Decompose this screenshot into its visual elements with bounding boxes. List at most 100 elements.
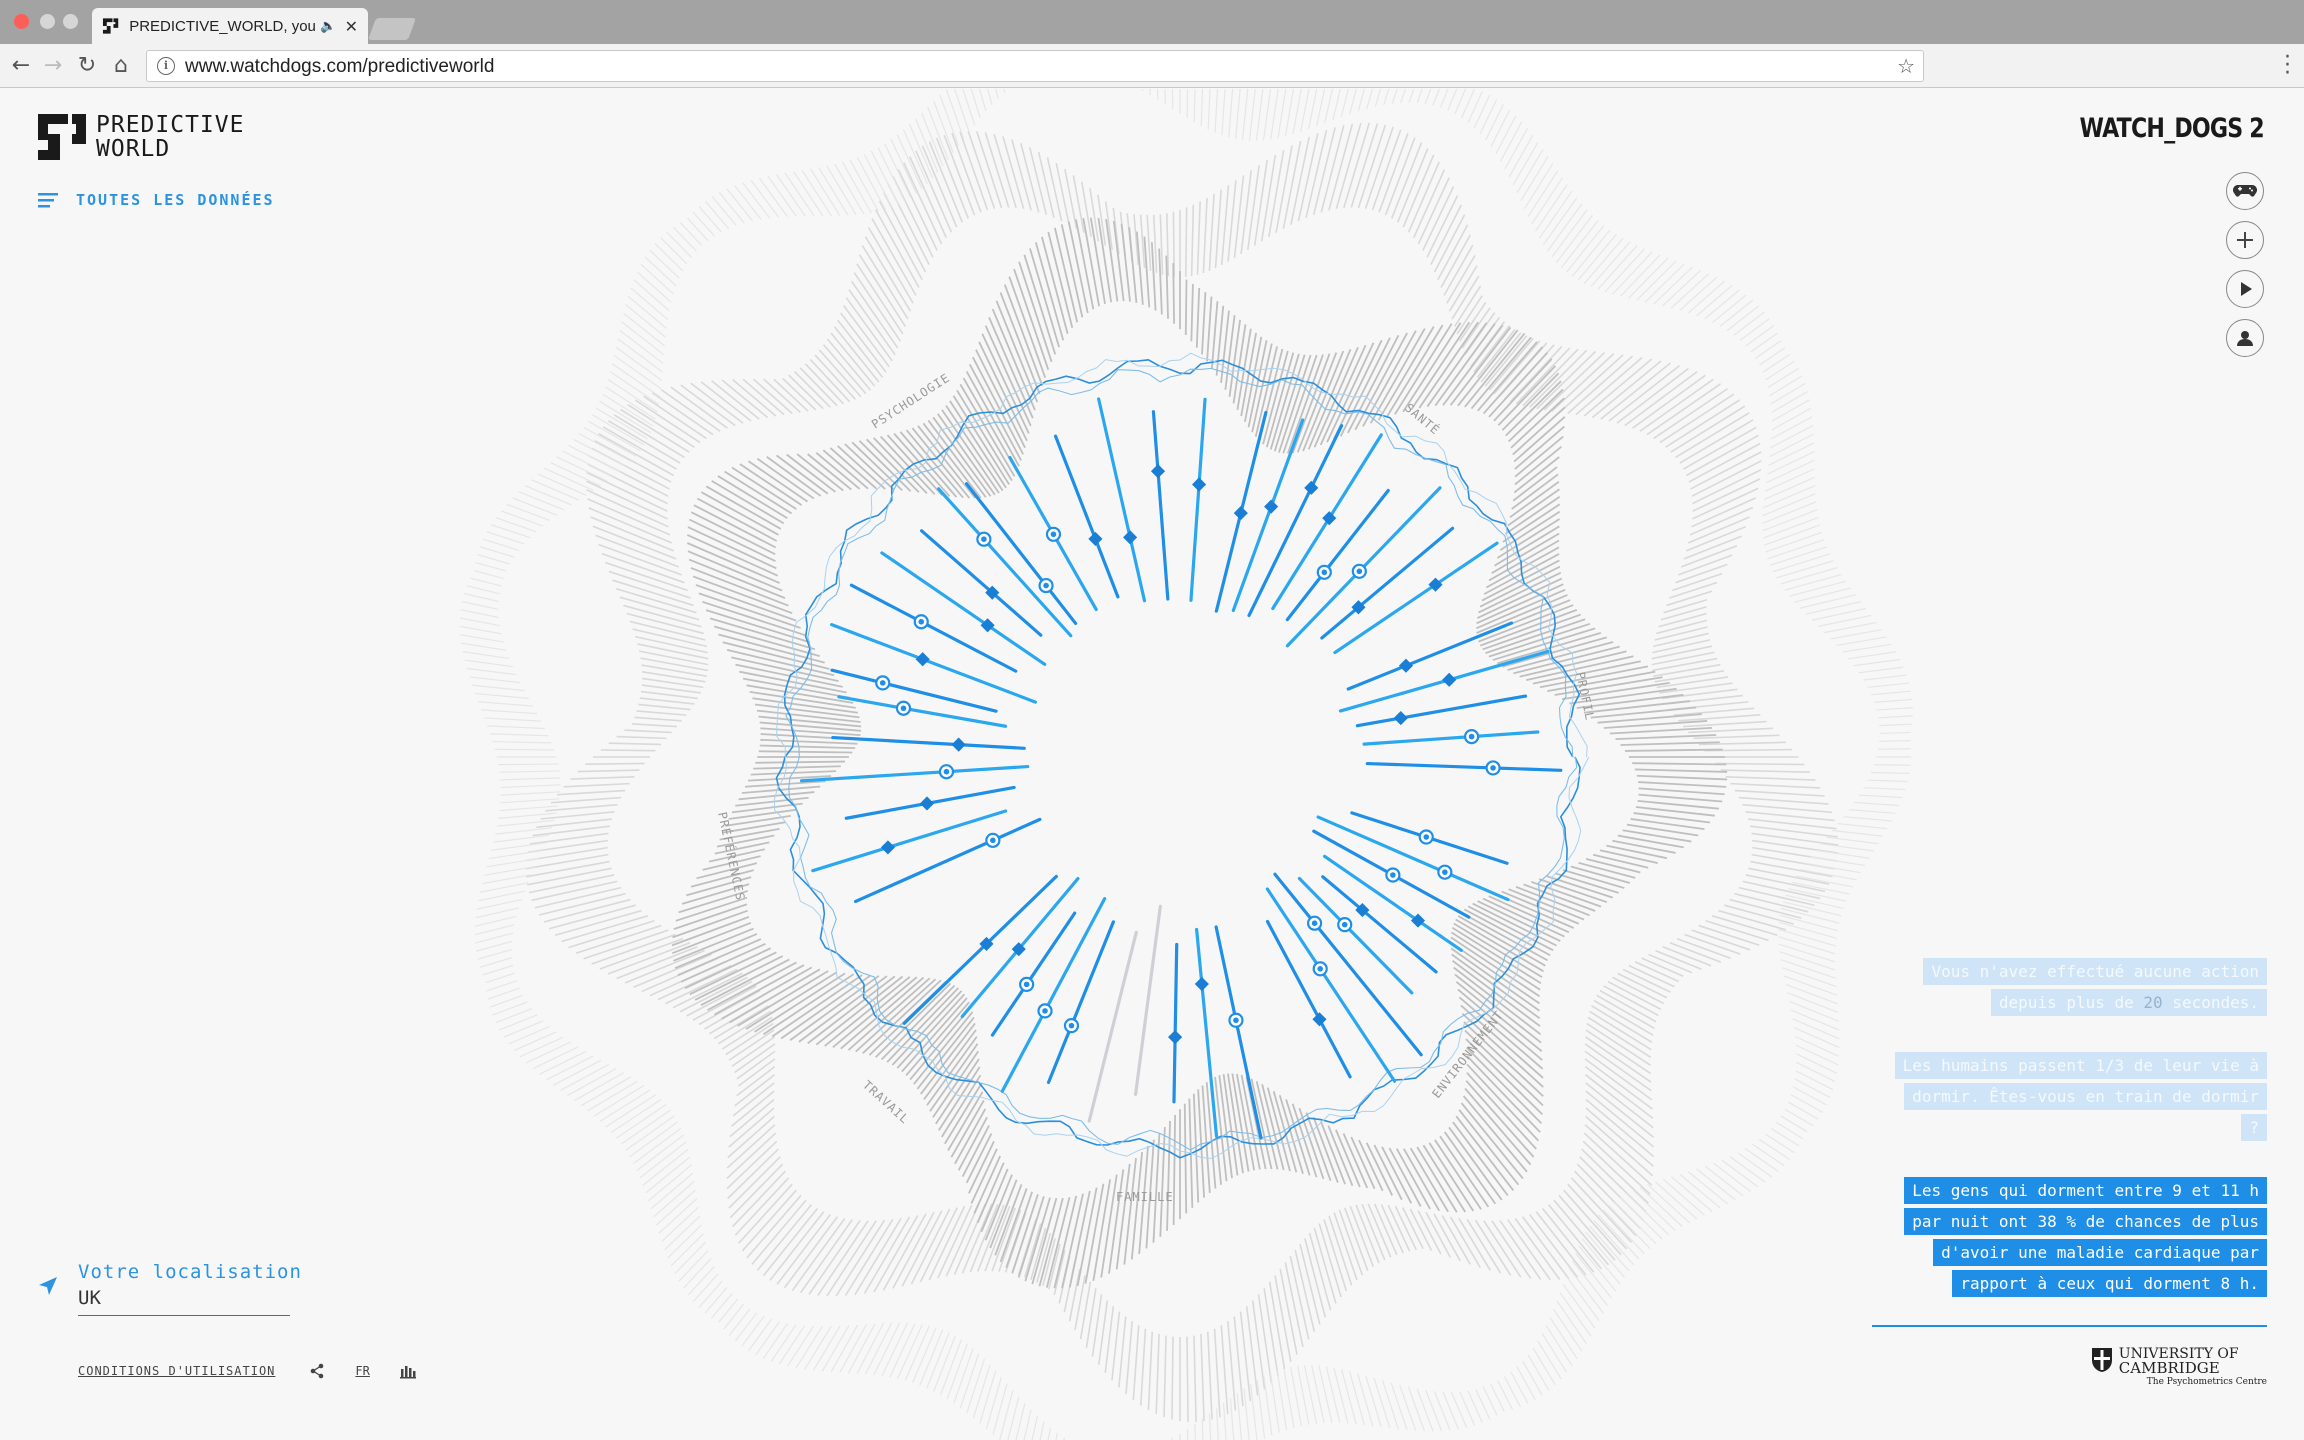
sleep-message-line-3: ? [2241,1114,2267,1141]
ring-hatch-line [460,609,499,619]
ring-hatch-line [718,1298,739,1323]
ring-hatch-line [1762,353,1791,373]
ring-hatch-line [1628,257,1669,299]
ring-hatch-line [1670,273,1710,309]
home-icon[interactable]: ⌂ [108,53,134,79]
ring-hatch-line [1669,581,1718,599]
close-tab-icon[interactable]: ✕ [345,17,358,36]
ring-hatch-line [728,1308,751,1336]
info-icon[interactable]: i [157,57,175,75]
ring-hatch-line [1692,478,1761,512]
ring-hatch-line [1349,1205,1375,1267]
ring-hatch-line [496,819,555,827]
language-link[interactable]: FR [355,1364,369,1378]
ring-hatch-line [648,1164,692,1202]
category-label-psychologie[interactable]: PSYCHOLOGIE [869,370,953,431]
browser-tab[interactable]: PREDICTIVE_WORLD, your f 🔈 ✕ [92,8,368,44]
ring-hatch-line [1536,350,1597,410]
zoom-window-button[interactable] [63,14,78,29]
ring-hatch-line [1270,89,1279,140]
category-label-travail[interactable]: TRAVAIL [860,1078,912,1127]
ring-hatch-line [1593,999,1654,1036]
ring-hatch-line [482,874,532,885]
location-field[interactable]: UK [78,1287,290,1316]
speaker-icon[interactable]: 🔈 [320,19,336,34]
ring-hatch-line [479,956,513,968]
spoke-handle-dot [1341,921,1348,928]
new-tab-button[interactable] [367,18,417,40]
ring-hatch-line [1020,142,1040,213]
ring-hatch-line [624,729,672,734]
ring-hatch-line [1826,836,1879,845]
minimize-window-button[interactable] [40,14,55,29]
ring-hatch-line [1152,1133,1161,1243]
ring-hatch-line [1048,1243,1061,1290]
close-window-button[interactable] [14,14,29,29]
ring-hatch-line [1599,849,1658,864]
data-spokes[interactable] [799,397,1563,1140]
ring-hatch-line [692,1273,719,1302]
zoom-in-button[interactable] [2226,221,2264,259]
ring-hatch-line [1232,324,1247,404]
ring-hatch-line [1171,89,1174,110]
back-arrow-icon[interactable]: ← [8,53,34,79]
ring-hatch-line [1185,207,1188,277]
ring-hatch-line [1141,89,1144,91]
ring-hatch-line [1123,1157,1137,1265]
category-label-famille[interactable]: FAMILLE [1116,1190,1174,1204]
ring-hatch-line [1342,1133,1369,1189]
ring-hatch-line [1527,1354,1550,1391]
ring-hatch-line [475,907,520,919]
ring-hatch-line [1654,1181,1698,1220]
ring-hatch-line [1597,245,1638,290]
all-data-menu-button[interactable]: TOUTES LES DONNÉES [38,191,275,209]
idle-message-line-1: Vous n'avez effectué aucune action [1923,958,2267,985]
ring-hatch-line [1562,1284,1596,1329]
ring-hatch-line [1400,89,1406,103]
ring-hatch-line [568,920,655,949]
ring-hatch-line [1790,1009,1840,1031]
ring-hatch-line [1214,189,1222,269]
ring-hatch-line [1364,126,1394,209]
gamepad-button[interactable] [2226,172,2264,210]
idle-message-line-2-start: depuis plus de [1998,993,2144,1012]
ring-hatch-line [1276,1370,1288,1431]
ring-hatch-line [672,909,748,939]
reload-icon[interactable]: ↻ [74,53,100,79]
terms-link[interactable]: CONDITIONS D'UTILISATION [78,1364,275,1378]
ring-hatch-line [1028,147,1048,216]
ring-hatch-line [1104,1306,1115,1373]
predictive-world-logo[interactable]: PREDICTIVE WORLD [38,113,244,161]
ring-hatch-line [967,130,996,209]
profile-button[interactable] [2226,319,2264,357]
category-label-preferences[interactable]: PRÉFÉRENCES [715,811,748,903]
forward-arrow-icon[interactable]: → [40,53,66,79]
ring-hatch-line [1344,1207,1369,1271]
share-icon[interactable] [309,1363,325,1379]
ring-hatch-line [1528,1214,1579,1278]
ring-hatch-line [1452,1121,1509,1197]
address-bar[interactable]: i www.watchdogs.com/predictiveworld ☆ [146,50,1924,82]
bar-chart-icon[interactable] [399,1363,416,1379]
browser-menu-icon[interactable]: · · · [2284,47,2291,85]
ring-hatch-line [1064,168,1078,229]
cambridge-credit[interactable]: UNIVERSITY OF CAMBRIDGE The Psychometric… [2091,1347,2267,1389]
ring-hatch-line [1325,1366,1341,1424]
ring-hatch-line [1566,225,1605,273]
category-label-sante[interactable]: SANTÉ [1402,400,1443,438]
ring-hatch-line [1638,781,1727,788]
ring-hatch-line [1809,856,1866,867]
ring-hatch-line [736,1050,776,1080]
bookmark-star-icon[interactable]: ☆ [1897,54,1915,78]
play-button[interactable] [2226,270,2264,308]
ring-hatch-line [605,1094,657,1128]
ring-hatch-line [1871,690,1911,696]
ring-hatch-line [1485,104,1504,141]
ring-hatch-line [666,231,692,258]
url-text[interactable]: www.watchdogs.com/predictiveworld [185,56,494,78]
ring-hatch-line [1250,1384,1258,1440]
ring-hatch-line [935,1058,980,1125]
watch-dogs-2-logo[interactable]: WATCH_DOGS 2 [2080,113,2265,144]
ring-hatch-line [1604,248,1646,293]
ring-hatch-line [599,1089,651,1122]
